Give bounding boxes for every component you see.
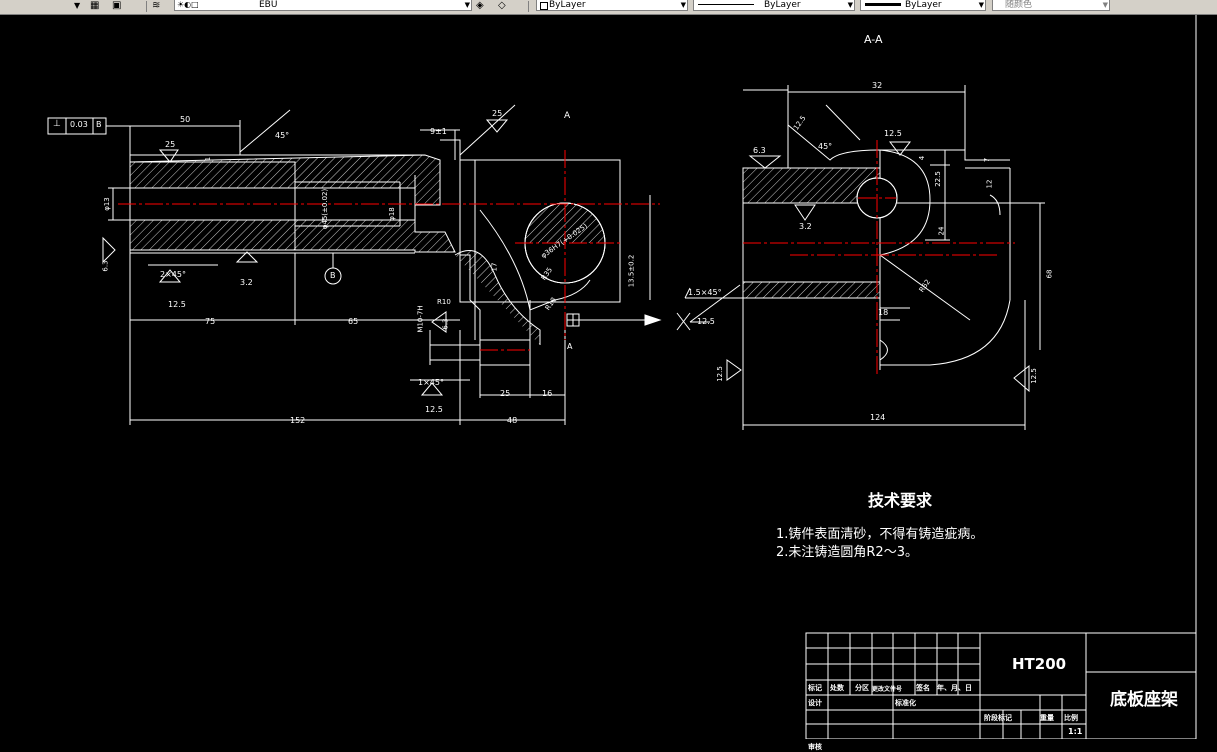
tb-sign-header: 签名 [916,684,930,692]
dim-17: 17 [490,262,499,272]
section-view [676,85,1045,430]
dim-3-2: 3.2 [240,278,253,287]
tb-design-label: 设计 [808,699,822,707]
lineweight-sample-icon [865,3,901,6]
dim-4: 4 [918,155,927,161]
layer-stack-icon[interactable]: ≋ [152,0,160,12]
dim-phi13: φ13 [102,197,111,211]
dim-16: 16 [542,389,553,398]
layer-previous-icon[interactable]: ▣ [112,0,121,12]
dim-22-5: 22.5 [933,171,942,187]
dim-1x45: 1×45° [418,378,444,387]
dim-12-5b-r: 12.5 [884,129,902,138]
linetype-select[interactable]: ByLayer ▼ [693,0,855,11]
dim-7: 7 [983,157,992,163]
dim-12-5e: 12.5 [1029,368,1038,384]
dim-12-5c: 12.5 [697,317,715,326]
tb-stage-label: 阶段标记 [984,714,1012,722]
notes-line-1: 1.铸件表面清砂，不得有铸造疵病。 [776,527,984,542]
part-name: 底板座架 [1110,690,1178,710]
dim-1: 1 [204,156,213,162]
dim-50: 50 [180,115,191,124]
dim-12-5d: 12.5 [715,366,724,382]
tb-review-label: 审核 [808,743,822,751]
tolerance-value: 0.03 [70,120,88,129]
section-mark: A [564,111,571,121]
layer-match-icon[interactable]: ◇ [498,0,506,12]
plotstyle-value: 随颜色 [1005,0,1033,10]
dim-65: 65 [348,317,359,326]
dim-9x1: 9±1 [430,127,447,136]
dim-25: 25 [165,140,176,149]
plotstyle-select[interactable]: 随颜色 ▼ [992,0,1110,11]
properties-toolbar: ▼ ▦ ▣ ≋ ☀◐□ EBU ▼ ◈ ◇ ByLayer ▼ ByLayer … [0,0,1217,15]
dim-13-5: 13.5±0.2 [627,254,636,288]
lineweight-value: ByLayer [905,0,942,10]
tb-mark-header: 标记 [808,684,822,692]
chevron-down-icon: ▼ [1102,1,1108,9]
dim-12-5b: 12.5 [425,405,443,414]
color-value: ByLayer [549,0,586,10]
layer-name: EBU [259,0,278,10]
dim-6-3: 6.3 [101,260,110,272]
dim-25c: 25 [500,389,511,398]
notes-title: 技术要求 [868,491,933,510]
make-current-icon[interactable]: ◈ [476,0,484,12]
color-select[interactable]: ByLayer ▼ [536,0,688,11]
color-swatch-icon [540,2,548,10]
dim-2x45: 2×45° [160,270,186,279]
chevron-down-icon: ▼ [978,1,984,9]
material-label: HT200 [1012,655,1067,673]
tb-count-header: 处数 [830,684,844,692]
chevron-down-icon: ▼ [464,1,470,9]
arrow-mark: A [567,342,573,351]
layer-select[interactable]: ☀◐□ EBU ▼ [174,0,472,11]
tb-std-label: 标准化 [895,699,916,707]
dim-3-2-r: 3.2 [799,222,812,231]
dim-18: 18 [878,308,889,317]
dim-12-5a: 12.5 [168,300,186,309]
layer-manager-icon[interactable]: ▦ [90,0,99,12]
notes-line-2: 2.未注铸造圆角R2～3。 [776,545,918,560]
tb-doc-header: 更改文件号 [872,686,903,693]
chevron-down-icon: ▼ [847,1,853,9]
chevron-down-icon: ▼ [680,1,686,9]
dim-24: 24 [937,226,946,236]
dim-phi18: φ18 [387,207,396,221]
dim-75: 75 [205,317,216,326]
tolerance-datum: B [96,120,102,129]
tb-scale-label: 比例 [1064,714,1078,722]
dim-48: 48 [507,416,518,425]
tb-weight-label: 重量 [1040,714,1054,722]
section-label: A-A [864,33,883,46]
linetype-sample-icon [698,4,754,5]
dim-124: 124 [870,413,886,422]
dim-phi45: φ45(±0.02) [321,188,330,230]
dim-r10: R10 [437,298,451,306]
dim-12: 12 [985,179,994,189]
dim-152: 152 [290,416,306,425]
drawing-canvas[interactable]: A-A A A B ⊥ 0.03 B 50 25 45° 9±1 25 1 φ1… [0,15,1217,751]
perpendicularity-icon: ⊥ [53,119,61,129]
tb-scale-value: 1:1 [1068,727,1083,736]
dim-25b: 25 [492,109,503,118]
dim-45deg-r: 45° [818,142,833,151]
layer-state-icons: ☀◐□ [177,0,199,9]
dim-1-5x45: 1.5×45° [688,288,722,297]
dim-32: 32 [872,81,883,90]
dropdown-arrow-icon[interactable]: ▼ [74,0,80,12]
lineweight-select[interactable]: ByLayer ▼ [860,0,986,11]
dim-6-3b: 6.3 [441,318,450,330]
tb-date-header: 年、月、日 [937,684,972,692]
dim-45deg: 45° [275,131,290,140]
dim-6-3-r: 6.3 [753,146,766,155]
front-view [47,104,662,425]
dim-m10: M10-7H [416,305,425,333]
datum-ref: B [330,271,336,280]
tb-zone-header: 分区 [855,684,869,692]
dim-68: 68 [1045,269,1054,279]
linetype-value: ByLayer [764,0,801,10]
